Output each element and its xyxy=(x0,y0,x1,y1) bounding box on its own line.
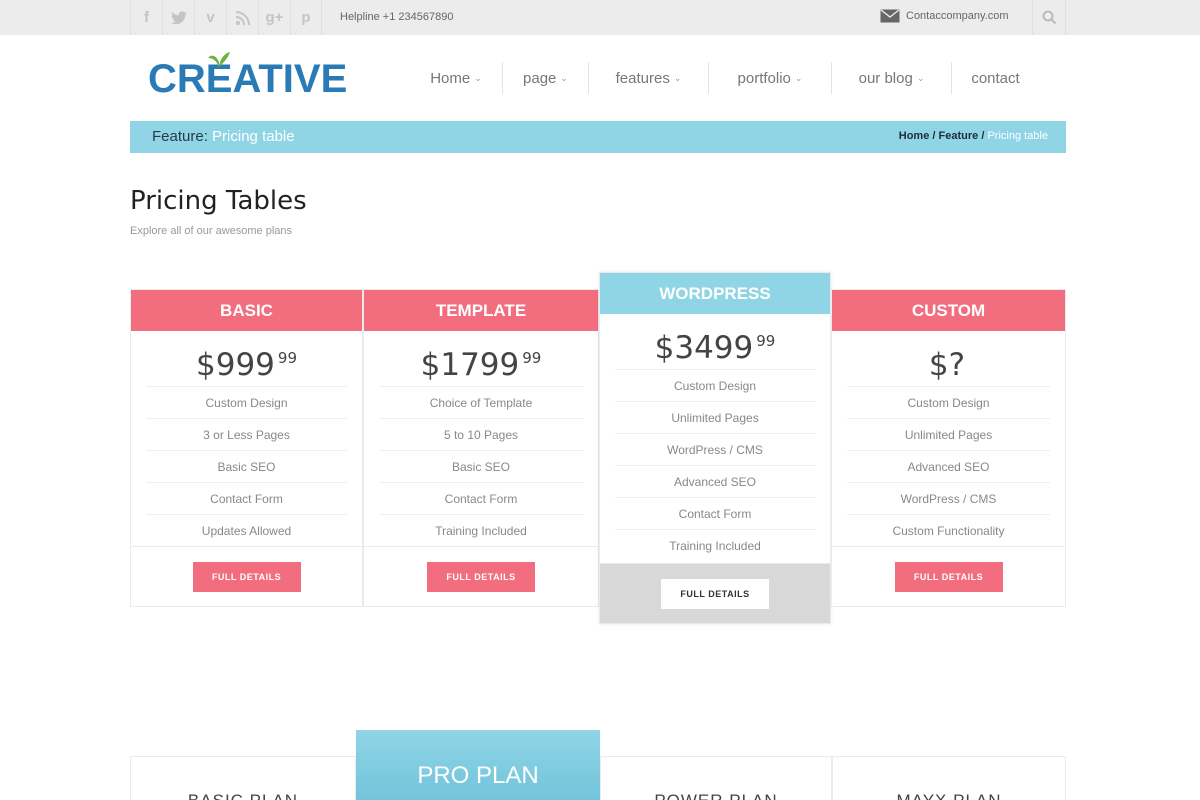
pricing-card-custom: CUSTOM $? Custom Design Unlimited Pages … xyxy=(831,289,1066,607)
chevron-down-icon: ⌄ xyxy=(673,72,682,83)
chevron-down-icon: ⌄ xyxy=(794,72,803,83)
feature-item: Choice of Template xyxy=(379,386,583,418)
plan-price: $999 99 xyxy=(196,347,297,383)
breadcrumb-current: Pricing table xyxy=(987,130,1048,142)
section-title: Feature: Pricing table xyxy=(152,128,295,145)
main-nav: Home ⌄ page ⌄ features ⌄ portfolio ⌄ our blo… xyxy=(410,62,1039,94)
nav-item-features[interactable]: features ⌄ xyxy=(588,62,708,94)
feature-item: Advanced SEO xyxy=(615,465,815,497)
feature-item: 5 to 10 Pages xyxy=(379,418,583,450)
feature-item: Custom Functionality xyxy=(847,514,1050,546)
twitter-icon[interactable] xyxy=(162,0,194,35)
feature-item: Unlimited Pages xyxy=(615,401,815,433)
plan-name: WORDPRESS xyxy=(600,273,830,314)
vimeo-icon[interactable]: v xyxy=(194,0,226,35)
full-details-button[interactable]: FULL DETAILS xyxy=(427,561,535,592)
nav-item-page[interactable]: page ⌄ xyxy=(502,62,588,94)
nav-item-contact[interactable]: contact xyxy=(951,62,1039,94)
googleplus-icon[interactable]: g+ xyxy=(258,0,290,35)
pricing2-card-power: POWER PLAN xyxy=(600,756,832,800)
site-logo[interactable]: CREATIVE xyxy=(148,52,347,107)
feature-item: WordPress / CMS xyxy=(847,482,1050,514)
feature-item: Custom Design xyxy=(615,369,815,401)
feature-item: Contact Form xyxy=(379,482,583,514)
chevron-down-icon: ⌄ xyxy=(560,72,568,83)
nav-item-home[interactable]: Home ⌄ xyxy=(410,62,502,94)
facebook-icon[interactable]: f xyxy=(130,0,162,35)
logo-text: CREATIVE xyxy=(148,57,348,101)
plan-footer: FULL DETAILS xyxy=(600,563,830,623)
rss-icon[interactable] xyxy=(226,0,258,35)
feature-item: Custom Design xyxy=(847,386,1050,418)
social-links: f v g+ p xyxy=(130,0,322,35)
breadcrumb-feature[interactable]: Feature xyxy=(939,130,979,142)
search-button[interactable] xyxy=(1032,0,1066,35)
feature-item: 3 or Less Pages xyxy=(146,418,347,450)
pinterest-icon[interactable]: p xyxy=(290,0,322,35)
feature-item: Unlimited Pages xyxy=(847,418,1050,450)
page-subtitle: Explore all of our awesome plans xyxy=(130,225,293,237)
feature-item: WordPress / CMS xyxy=(615,433,815,465)
contact-email[interactable]: Contaccompany.com xyxy=(880,9,1009,23)
chevron-down-icon: ⌄ xyxy=(474,72,482,83)
pricing-card-basic: BASIC $999 99 Custom Design 3 or Less Pag… xyxy=(130,289,363,607)
email-text: Contaccompany.com xyxy=(906,10,1009,22)
plan-features: Custom Design Unlimited Pages WordPress … xyxy=(615,369,815,561)
pricing-card-wordpress: WORDPRESS $3499 99 Custom Design Unlimite… xyxy=(599,272,831,624)
plan-price: $1799 99 xyxy=(420,347,542,383)
plan-name: CUSTOM xyxy=(832,290,1065,331)
breadcrumb: Home / Feature / Pricing table xyxy=(898,130,1048,142)
plan-name: TEMPLATE xyxy=(364,290,598,331)
plan2-title: MAYX PLAN xyxy=(833,791,1065,800)
feature-item: Training Included xyxy=(379,514,583,546)
plan2-title: PRO PLAN xyxy=(417,762,539,789)
breadcrumb-home[interactable]: Home xyxy=(899,130,930,142)
pricing2-card-basic: BASIC PLAN xyxy=(130,756,356,800)
nav-item-portfolio[interactable]: portfolio ⌄ xyxy=(708,62,831,94)
plan-price: $3499 99 xyxy=(654,330,776,366)
search-icon xyxy=(1042,10,1056,25)
plan2-title: BASIC PLAN xyxy=(131,791,355,800)
plan-footer: FULL DETAILS xyxy=(364,546,598,606)
feature-item: Updates Allowed xyxy=(146,514,347,546)
pricing2-card-mayx: MAYX PLAN xyxy=(832,756,1066,800)
helpline-text: Helpline +1 234567890 xyxy=(340,11,454,23)
plan-features: Custom Design Unlimited Pages Advanced S… xyxy=(847,386,1050,546)
mail-icon xyxy=(880,9,900,23)
feature-item: Custom Design xyxy=(146,386,347,418)
plan-features: Choice of Template 5 to 10 Pages Basic S… xyxy=(379,386,583,546)
nav-item-our-blog[interactable]: our blog ⌄ xyxy=(831,62,951,94)
feature-item: Training Included xyxy=(615,529,815,561)
plan-features: Custom Design 3 or Less Pages Basic SEO … xyxy=(146,386,347,546)
feature-item: Basic SEO xyxy=(379,450,583,482)
top-bar: f v g+ p Helpline +1 234567890 Contaccom… xyxy=(0,0,1200,35)
full-details-button[interactable]: FULL DETAILS xyxy=(192,561,301,592)
feature-item: Basic SEO xyxy=(146,450,347,482)
feature-item: Contact Form xyxy=(615,497,815,529)
pricing2-card-pro: PRO PLAN xyxy=(356,730,600,800)
feature-item: Contact Form xyxy=(146,482,347,514)
plan-name: BASIC xyxy=(131,290,362,331)
chevron-down-icon: ⌄ xyxy=(916,72,925,83)
plan-price: $? xyxy=(928,347,966,383)
plan2-title: POWER PLAN xyxy=(601,791,831,800)
pricing-card-template: TEMPLATE $1799 99 Choice of Template 5 to… xyxy=(363,289,599,607)
plan-footer: FULL DETAILS xyxy=(131,546,362,606)
breadcrumb-bar: Feature: Pricing table Home / Feature / … xyxy=(130,121,1066,153)
feature-item: Advanced SEO xyxy=(847,450,1050,482)
full-details-button[interactable]: FULL DETAILS xyxy=(661,578,769,609)
leaf-icon xyxy=(208,52,230,68)
full-details-button[interactable]: FULL DETAILS xyxy=(894,561,1003,592)
page-title: Pricing Tables xyxy=(130,186,307,216)
plan-footer: FULL DETAILS xyxy=(832,546,1065,606)
